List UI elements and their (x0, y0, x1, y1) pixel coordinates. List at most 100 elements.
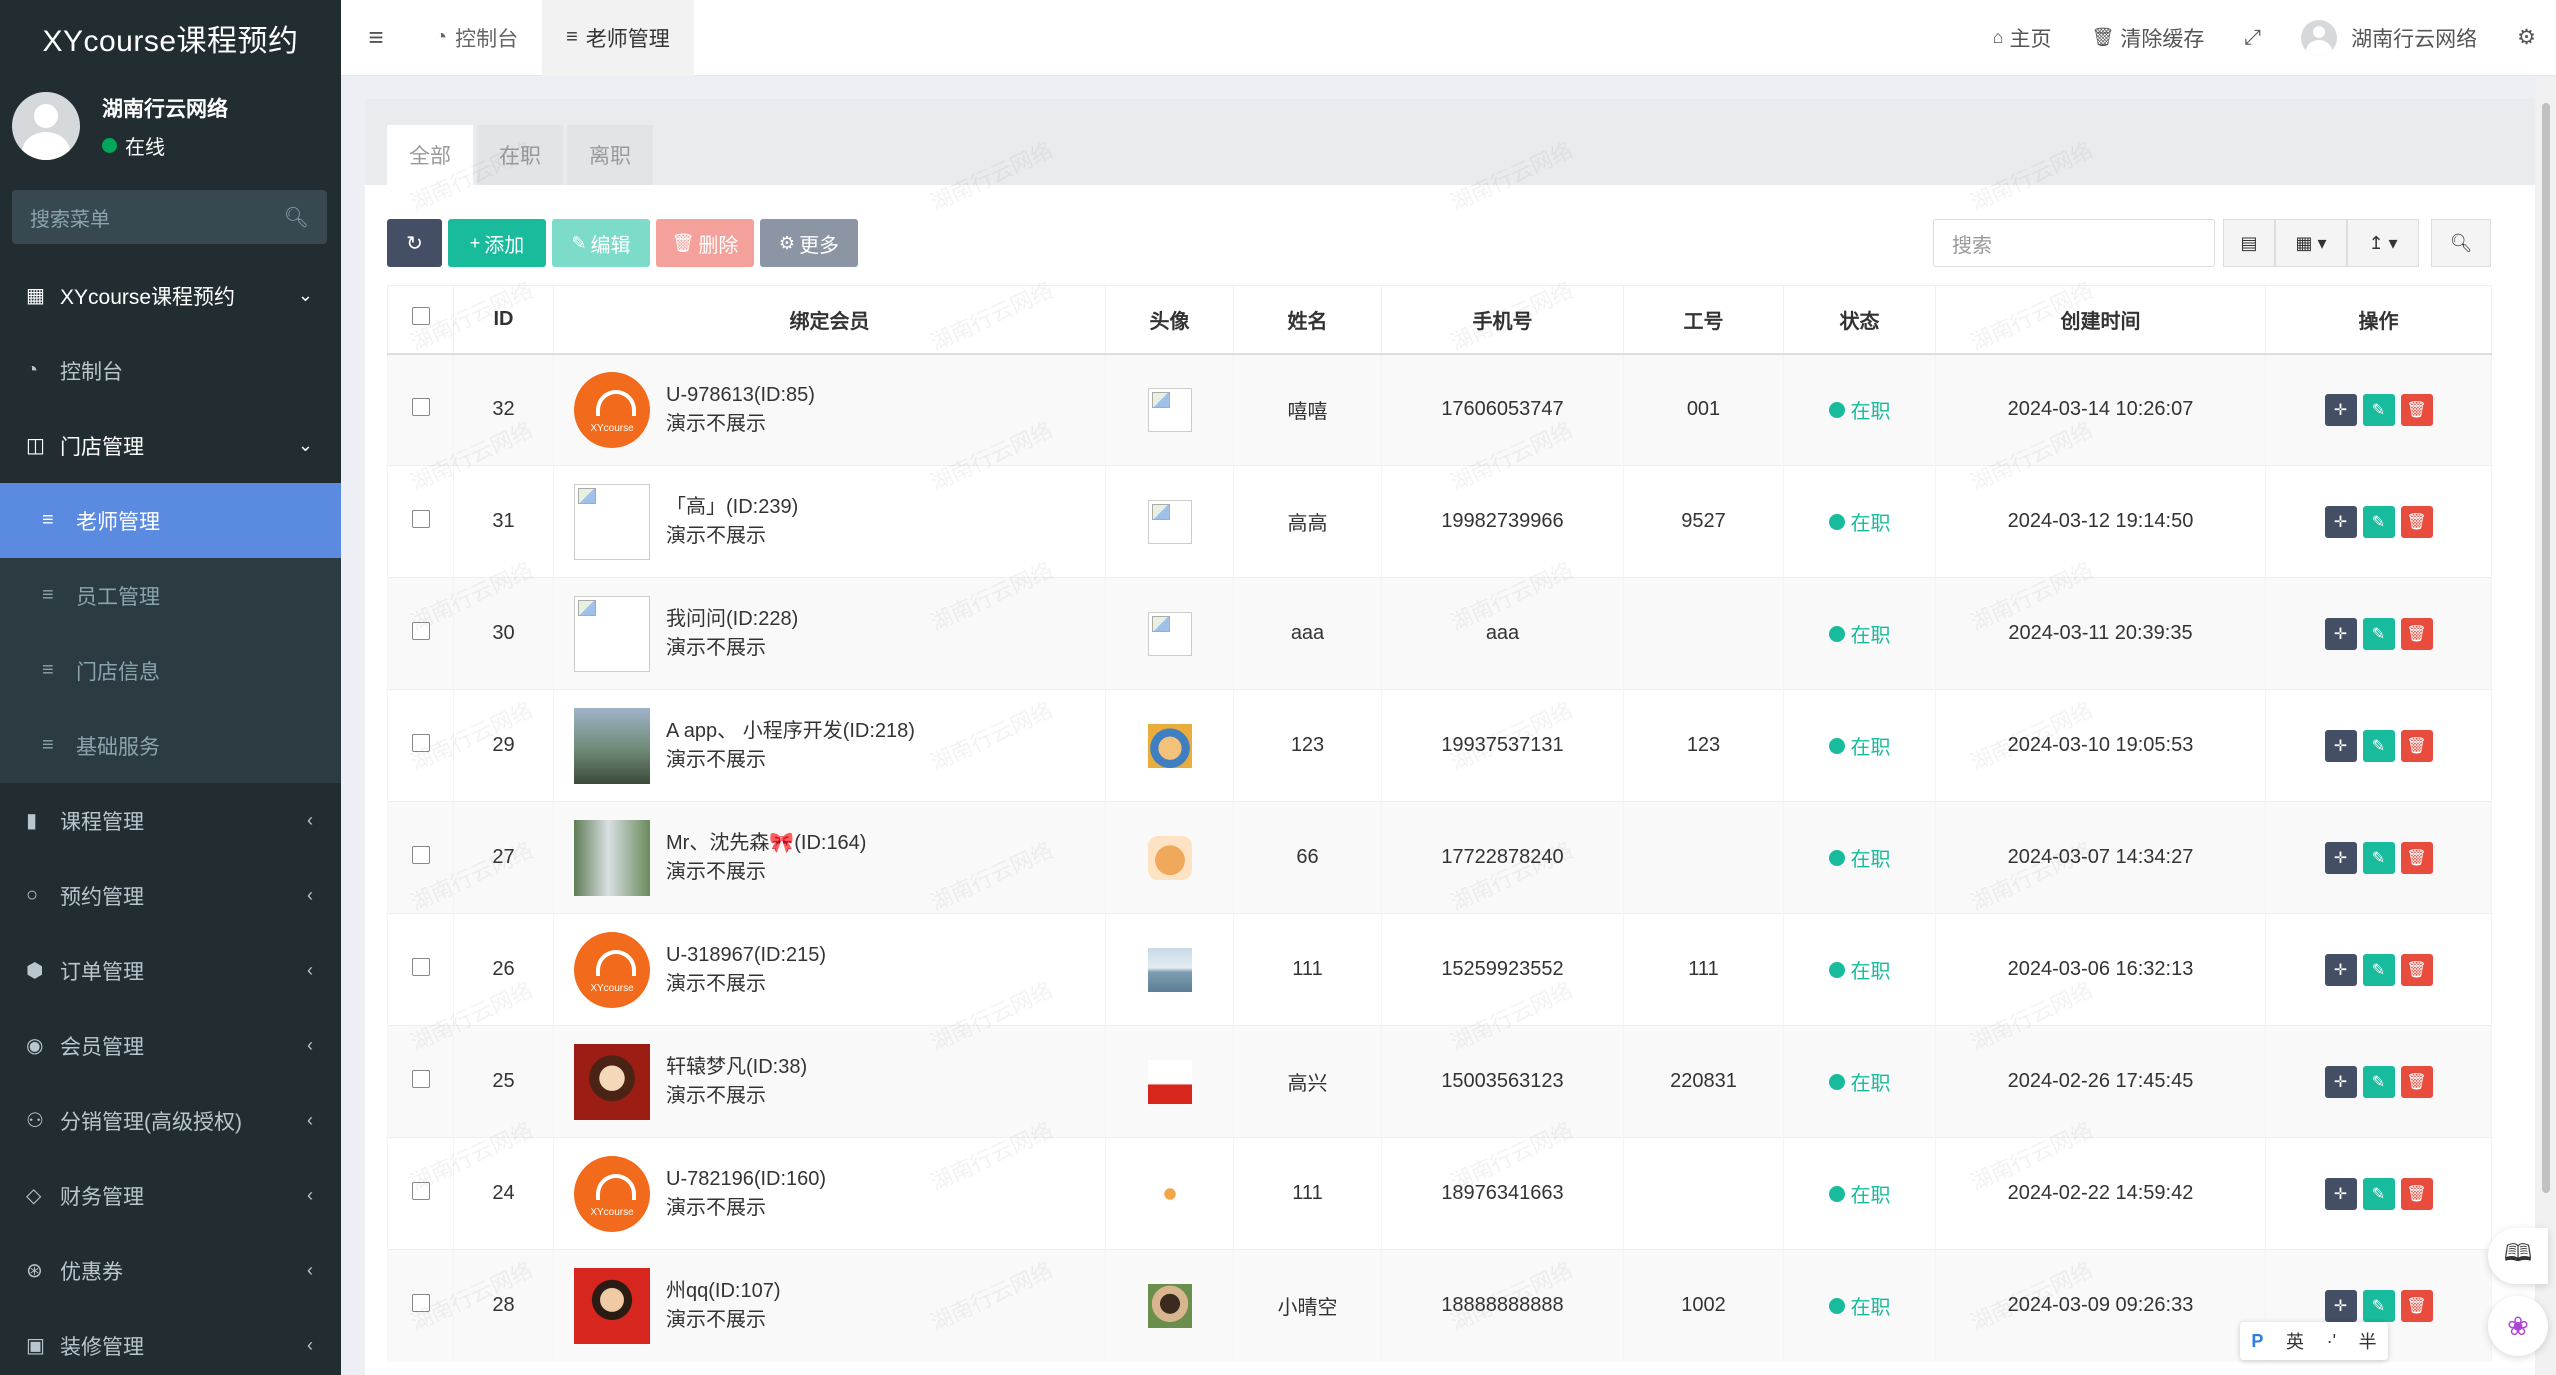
drag-sort-button[interactable]: ✛ (2324, 393, 2357, 426)
row-delete-button[interactable]: 🗑︎ (2400, 1177, 2433, 1210)
advanced-search-button[interactable]: 🔍︎ (2431, 219, 2491, 267)
status-badge[interactable]: 在职 (1828, 843, 1891, 872)
table-row[interactable]: 26 XYcourse U-318967(ID:215) 演示不展示 111 152599… (387, 913, 2492, 1026)
row-delete-button[interactable]: 🗑︎ (2400, 729, 2433, 762)
row-edit-button[interactable]: ✎ (2362, 841, 2395, 874)
menu-search-input[interactable]: 搜索菜单 🔍︎ (12, 190, 327, 244)
col-phone[interactable]: 手机号 (1381, 285, 1624, 355)
ime-lang[interactable]: 英 (2286, 1328, 2304, 1354)
teacher-avatar[interactable] (1147, 723, 1192, 768)
row-edit-button[interactable]: ✎ (2362, 729, 2395, 762)
clear-cache-link[interactable]: 🗑︎ 清除缓存 (2072, 23, 2225, 53)
row-edit-button[interactable]: ✎ (2362, 1289, 2395, 1322)
row-edit-button[interactable]: ✎ (2362, 953, 2395, 986)
sidebar-item-staff[interactable]: ≡ 员工管理 (0, 558, 341, 633)
col-state[interactable]: 状态 (1783, 285, 1936, 355)
row-delete-button[interactable]: 🗑︎ (2400, 953, 2433, 986)
status-badge[interactable]: 在职 (1828, 731, 1891, 760)
search-input[interactable]: 搜索 (1933, 219, 2215, 267)
teacher-avatar[interactable] (1147, 1283, 1192, 1328)
export-dropdown[interactable]: ↥ ▾ (2347, 219, 2419, 267)
add-button[interactable]: + 添加 (448, 219, 546, 267)
sidebar-item-order[interactable]: ⬢ 订单管理 ‹ (0, 933, 341, 1008)
teacher-avatar[interactable] (1147, 499, 1192, 544)
status-badge[interactable]: 在职 (1828, 1291, 1891, 1320)
table-row[interactable]: 27 Mr、沈先森🎀(ID:164) 演示不展示 66 17722878240 在职 202… (387, 801, 2492, 914)
home-link[interactable]: ⌂ 主页 (1973, 23, 2072, 53)
edit-button[interactable]: ✎ 编辑 (552, 219, 650, 267)
col-member[interactable]: 绑定会员 (553, 285, 1106, 355)
ime-width[interactable]: 半 (2359, 1328, 2377, 1354)
status-badge[interactable]: 在职 (1828, 1067, 1891, 1096)
row-delete-button[interactable]: 🗑︎ (2400, 841, 2433, 874)
refresh-button[interactable]: ↻ (387, 219, 442, 267)
drag-sort-button[interactable]: ✛ (2324, 1065, 2357, 1098)
status-badge[interactable]: 在职 (1828, 395, 1891, 424)
user-menu[interactable]: 湖南行云网络 (2281, 19, 2497, 56)
drag-sort-button[interactable]: ✛ (2324, 617, 2357, 650)
brand-logo[interactable]: XYcourse课程预约 (0, 0, 341, 76)
toggle-view-button[interactable]: ▤ (2223, 219, 2275, 267)
table-row[interactable]: 31 「高」(ID:239) 演示不展示 高高 19982739966 9527 在职 202… (387, 465, 2492, 578)
status-badge[interactable]: 在职 (1828, 955, 1891, 984)
sidebar-item-course[interactable]: ▮ 课程管理 ‹ (0, 783, 341, 858)
row-checkbox[interactable] (387, 913, 454, 1026)
reader-float-button[interactable]: 🕮︎ (2488, 1228, 2548, 1284)
row-checkbox[interactable] (387, 465, 454, 578)
table-row[interactable]: 24 XYcourse U-782196(ID:160) 演示不展示 111 189763… (387, 1137, 2492, 1250)
status-badge[interactable]: 在职 (1828, 619, 1891, 648)
table-row[interactable]: 30 我问问(ID:228) 演示不展示 aaa aaa 在职 2024-03-11 20:… (387, 577, 2492, 690)
teacher-avatar[interactable] (1147, 611, 1192, 656)
sidebar-item-store-info[interactable]: ≡ 门店信息 (0, 633, 341, 708)
tab-resigned[interactable]: 离职 (567, 125, 653, 185)
drag-sort-button[interactable]: ✛ (2324, 953, 2357, 986)
row-checkbox[interactable] (387, 1025, 454, 1138)
teacher-avatar[interactable] (1147, 835, 1192, 880)
fullscreen-button[interactable]: ⤢ (2224, 26, 2281, 50)
sidebar-item-coupon[interactable]: ⊛ 优惠券 ‹ (0, 1233, 341, 1308)
sidebar-item-basic-service[interactable]: ≡ 基础服务 (0, 708, 341, 783)
table-row[interactable]: 29 A app、 小程序开发(ID:218) 演示不展示 123 1993753713… (387, 689, 2492, 802)
row-delete-button[interactable]: 🗑︎ (2400, 505, 2433, 538)
drag-sort-button[interactable]: ✛ (2324, 1289, 2357, 1322)
col-created[interactable]: 创建时间 (1935, 285, 2266, 355)
sidebar-item-xycourse[interactable]: ▦ XYcourse课程预约 ⌄ (0, 258, 341, 333)
row-checkbox[interactable] (387, 801, 454, 914)
row-edit-button[interactable]: ✎ (2362, 617, 2395, 650)
drag-sort-button[interactable]: ✛ (2324, 505, 2357, 538)
row-edit-button[interactable]: ✎ (2362, 505, 2395, 538)
col-id[interactable]: ID (453, 285, 554, 355)
tab-dashboard[interactable]: ◔ 控制台 (411, 0, 542, 76)
sidebar-item-booking[interactable]: ○ 预约管理 ‹ (0, 858, 341, 933)
col-name[interactable]: 姓名 (1233, 285, 1382, 355)
row-checkbox[interactable] (387, 689, 454, 802)
table-row[interactable]: 32 XYcourse U-978613(ID:85) 演示不展示 嘻嘻 17606053… (387, 353, 2492, 466)
row-checkbox[interactable] (387, 1137, 454, 1250)
ime-punct[interactable]: ·' (2327, 1331, 2336, 1352)
row-edit-button[interactable]: ✎ (2362, 1177, 2395, 1210)
search-icon[interactable]: 🔍︎ (284, 205, 309, 230)
row-delete-button[interactable]: 🗑︎ (2400, 1289, 2433, 1322)
drag-sort-button[interactable]: ✛ (2324, 1177, 2357, 1210)
row-checkbox[interactable] (387, 1249, 454, 1362)
select-all-checkbox[interactable] (387, 285, 454, 355)
teacher-avatar[interactable] (1147, 1059, 1192, 1104)
row-checkbox[interactable] (387, 577, 454, 690)
status-badge[interactable]: 在职 (1828, 1179, 1891, 1208)
ime-toolbar[interactable]: P 英 ·' 半 (2240, 1322, 2388, 1360)
teacher-avatar[interactable] (1147, 387, 1192, 432)
sidebar-item-store[interactable]: ◫ 门店管理 ⌄ (0, 408, 341, 483)
teacher-avatar[interactable] (1147, 947, 1192, 992)
row-delete-button[interactable]: 🗑︎ (2400, 393, 2433, 426)
row-edit-button[interactable]: ✎ (2362, 1065, 2395, 1098)
teacher-avatar[interactable] (1147, 1171, 1192, 1216)
sidebar-item-decor[interactable]: ▣ 装修管理 ‹ (0, 1308, 341, 1375)
sidebar-item-member[interactable]: ◉ 会员管理 ‹ (0, 1008, 341, 1083)
settings-button[interactable]: ⚙ (2497, 25, 2556, 50)
row-delete-button[interactable]: 🗑︎ (2400, 617, 2433, 650)
status-badge[interactable]: 在职 (1828, 507, 1891, 536)
page-scrollbar[interactable] (2536, 77, 2556, 1375)
columns-dropdown[interactable]: ▦ ▾ (2275, 219, 2347, 267)
drag-sort-button[interactable]: ✛ (2324, 729, 2357, 762)
tab-all[interactable]: 全部 (387, 125, 473, 185)
